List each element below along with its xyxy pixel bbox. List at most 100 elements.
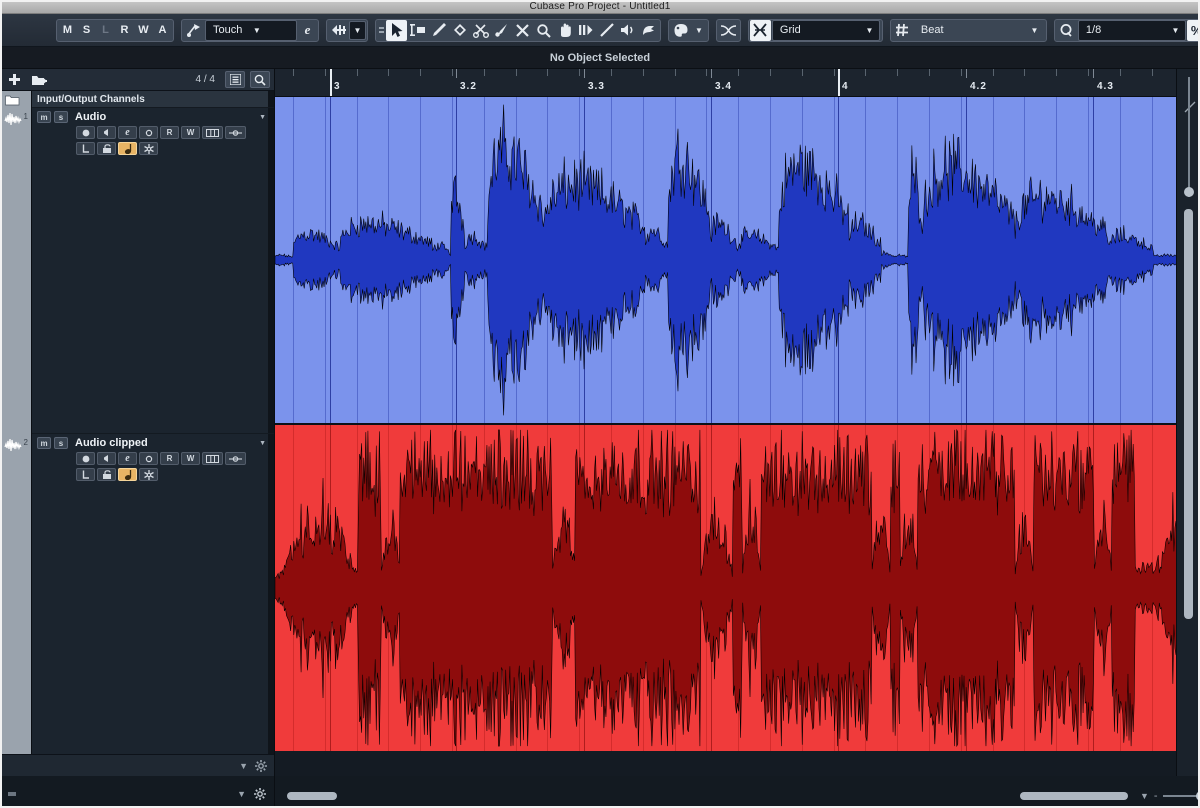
track-row-audio[interactable]: m s Audio ▼ e R W	[32, 108, 274, 434]
monitor-icon[interactable]	[97, 126, 116, 139]
automation-icon[interactable]	[183, 20, 204, 41]
grid-type-group: Beat ▼	[889, 18, 1047, 42]
lane-audio-clipped[interactable]	[275, 425, 1200, 751]
automation-mode-select[interactable]: Touch ▼	[205, 19, 297, 41]
read-circle-icon[interactable]	[139, 126, 158, 139]
glue-tool[interactable]	[491, 20, 512, 41]
listen-all-button[interactable]: L	[96, 20, 115, 41]
draw-tool[interactable]	[428, 20, 449, 41]
track-row-audio-clipped[interactable]: m s Audio clipped ▼ e R W	[32, 434, 274, 754]
lock-icon[interactable]	[97, 142, 116, 155]
ruler-subdivision-tick	[1056, 69, 1058, 76]
quantize-preset-select[interactable]: 1/8 ▼	[1077, 19, 1186, 41]
ruler-subdivision-tick	[611, 69, 612, 76]
crossfade-icon[interactable]	[718, 20, 739, 41]
resize-diagonal-icon[interactable]	[1184, 101, 1196, 113]
record-enable-icon[interactable]	[76, 452, 95, 465]
write-all-button[interactable]: W	[134, 20, 153, 41]
zoom-tool[interactable]	[533, 20, 554, 41]
track-1-solo-button[interactable]: s	[54, 111, 68, 123]
time-warp-tool[interactable]	[575, 20, 596, 41]
ruler-beat-tick	[1093, 69, 1094, 78]
chevron-down-icon[interactable]: ▼	[1140, 791, 1149, 801]
horizontal-scrollbar-thumb[interactable]	[287, 792, 337, 800]
edit-e-icon[interactable]: e	[118, 452, 137, 465]
palette-icon[interactable]	[670, 20, 691, 41]
gear-icon[interactable]	[255, 759, 267, 772]
lock-l-icon[interactable]	[76, 142, 95, 155]
range-selection-tool[interactable]	[407, 20, 428, 41]
automation-all-button[interactable]: A	[153, 20, 172, 41]
vertical-scrollbar[interactable]	[1184, 209, 1193, 619]
list-icon[interactable]	[225, 71, 245, 88]
lock-icon[interactable]	[97, 468, 116, 481]
monitor-icon[interactable]	[97, 452, 116, 465]
grid-mode-select[interactable]: Grid ▼	[771, 19, 880, 41]
solo-all-button[interactable]: S	[77, 20, 96, 41]
horizontal-zoom-controls: ▼ - +	[1140, 790, 1200, 802]
color-tool[interactable]	[638, 20, 659, 41]
folder-row-input-output-channels[interactable]: Input/Output Channels	[32, 91, 274, 108]
split-scissors-tool[interactable]	[470, 20, 491, 41]
track-1-mute-button[interactable]: m	[37, 111, 51, 123]
hand-scrub-tool[interactable]	[554, 20, 575, 41]
lane-audio[interactable]	[275, 97, 1200, 423]
quantize-percent-icon[interactable]: %	[1186, 19, 1200, 41]
read-automation-button[interactable]: R	[160, 126, 179, 139]
track-1-controls-row-2	[37, 142, 270, 155]
search-icon[interactable]	[250, 71, 270, 88]
ruler-label: 3.4	[715, 81, 732, 92]
musical-note-icon[interactable]	[118, 468, 137, 481]
constrain-dropdown[interactable]: ▼	[349, 20, 366, 40]
automation-edit-button[interactable]: e	[298, 20, 317, 41]
lock-l-icon[interactable]	[76, 468, 95, 481]
lanes-icon[interactable]	[202, 126, 223, 139]
automation-node-icon[interactable]	[225, 126, 246, 139]
gear-icon[interactable]	[254, 788, 266, 800]
horizontal-zoom-scrollbar[interactable]	[1020, 792, 1128, 800]
quantize-group: 1/8 ▼ % e	[1053, 18, 1200, 42]
timeline-ruler[interactable]: ▼ 33.23.33.444.24.3	[275, 69, 1200, 97]
write-automation-button[interactable]: W	[181, 452, 200, 465]
plus-icon[interactable]	[4, 71, 24, 88]
track-list-panel: 4 / 4 1 2 Input/Output Channels m s Audi…	[0, 69, 275, 776]
vertical-zoom-slider[interactable]	[1183, 77, 1194, 197]
read-all-button[interactable]: R	[115, 20, 134, 41]
write-automation-button[interactable]: W	[181, 126, 200, 139]
arrangement-area: ▼ 33.23.33.444.24.3	[275, 69, 1200, 776]
edit-e-icon[interactable]: e	[118, 126, 137, 139]
zoom-slider-track[interactable]	[1162, 791, 1200, 801]
track-2-mute-button[interactable]: m	[37, 437, 51, 449]
chevron-down-icon[interactable]: ▼	[237, 789, 246, 799]
erase-tool[interactable]	[449, 20, 470, 41]
mute-tool[interactable]	[512, 20, 533, 41]
window-title: Cubase Pro Project - Untitled1	[529, 1, 671, 12]
zoom-slider-knob[interactable]	[1195, 791, 1200, 801]
track-2-controls-row-2	[37, 468, 270, 481]
chevron-down-icon[interactable]: ▼	[239, 761, 248, 771]
automation-node-icon[interactable]	[225, 452, 246, 465]
musical-note-icon[interactable]	[118, 142, 137, 155]
freeze-icon[interactable]	[139, 142, 158, 155]
ruler-subdivision-tick	[770, 69, 771, 76]
color-menu-dropdown[interactable]: ▼	[691, 20, 707, 41]
snap-icon[interactable]	[328, 20, 349, 41]
snap-magnet-icon[interactable]	[749, 19, 771, 41]
read-automation-button[interactable]: R	[160, 452, 179, 465]
vertical-zoom-knob[interactable]	[1183, 187, 1194, 197]
track-2-solo-button[interactable]: s	[54, 437, 68, 449]
record-enable-icon[interactable]	[76, 126, 95, 139]
zoom-out-button[interactable]: -	[1154, 790, 1158, 802]
freeze-icon[interactable]	[139, 468, 158, 481]
add-folder-icon[interactable]	[29, 71, 49, 88]
object-selection-tool[interactable]	[386, 19, 407, 41]
grid-type-select[interactable]: Beat ▼	[914, 20, 1044, 41]
time-signature-display: 4 / 4	[195, 74, 215, 85]
lanes-icon[interactable]	[202, 452, 223, 465]
play-tool[interactable]	[617, 20, 638, 41]
track-1-name[interactable]: Audio	[71, 111, 256, 123]
line-tool[interactable]	[596, 20, 617, 41]
track-2-name[interactable]: Audio clipped	[71, 437, 256, 449]
mute-all-button[interactable]: M	[58, 20, 77, 41]
read-circle-icon[interactable]	[139, 452, 158, 465]
